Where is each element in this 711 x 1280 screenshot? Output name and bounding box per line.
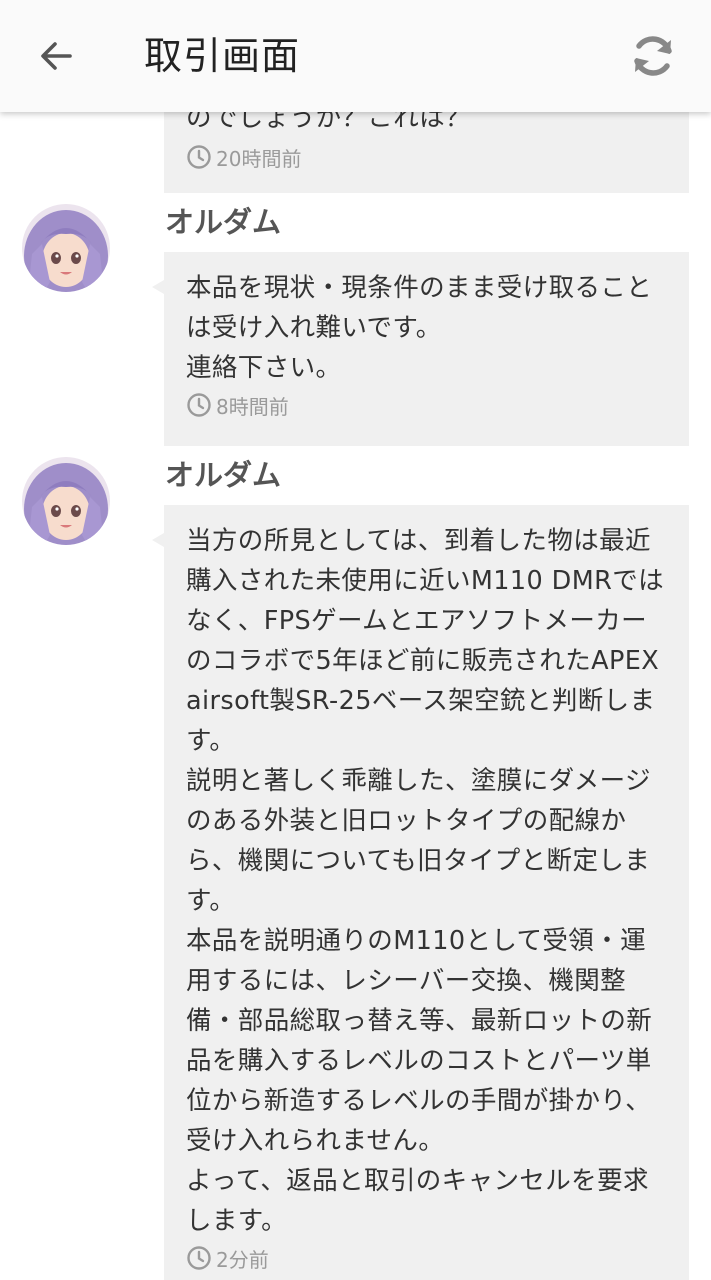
- timestamp-label: 20時間前: [216, 146, 302, 171]
- app-bar: 取引画面: [0, 0, 711, 112]
- back-button[interactable]: [22, 22, 90, 90]
- bubble-tail: [152, 533, 164, 547]
- refresh-icon: [634, 36, 672, 76]
- avatar-image: [22, 204, 110, 292]
- message-text: 当方の所見としては、到着した物は最近購入された未使用に近いM110 DMRではな…: [186, 526, 665, 1236]
- page-title: 取引画面: [144, 34, 301, 78]
- avatar[interactable]: [22, 204, 110, 292]
- message-timestamp: 8時間前: [186, 390, 667, 420]
- bubble-tail: [152, 280, 164, 294]
- sender-name: オルダム: [165, 205, 282, 239]
- avatar[interactable]: [22, 457, 110, 545]
- clock-icon: [187, 393, 211, 417]
- clock-icon: [187, 145, 211, 169]
- message-timestamp: 20時間前: [186, 142, 667, 172]
- arrow-left-icon: [41, 42, 72, 70]
- trade-screen: のでしょうか？これは？ 20時間前 オルダム 本品を現状・現条件のまま受け取るこ…: [0, 0, 711, 1280]
- sender-name: オルダム: [165, 458, 282, 492]
- timestamp-label: 8時間前: [216, 394, 289, 419]
- clock-icon: [187, 1246, 211, 1270]
- message-timestamp: 2分前: [186, 1243, 667, 1273]
- refresh-button[interactable]: [621, 24, 685, 88]
- avatar-image: [22, 457, 110, 545]
- message-list[interactable]: のでしょうか？これは？ 20時間前 オルダム 本品を現状・現条件のまま受け取るこ…: [0, 0, 711, 1280]
- message-text: 本品を現状・現条件のまま受け取ることは受け入れ難いです。 連絡下さい。: [186, 273, 653, 383]
- message-bubble: 当方の所見としては、到着した物は最近購入された未使用に近いM110 DMRではな…: [152, 505, 689, 1280]
- timestamp-label: 2分前: [216, 1247, 269, 1272]
- message-bubble: 本品を現状・現条件のまま受け取ることは受け入れ難いです。 連絡下さい。 8時間前: [152, 252, 689, 446]
